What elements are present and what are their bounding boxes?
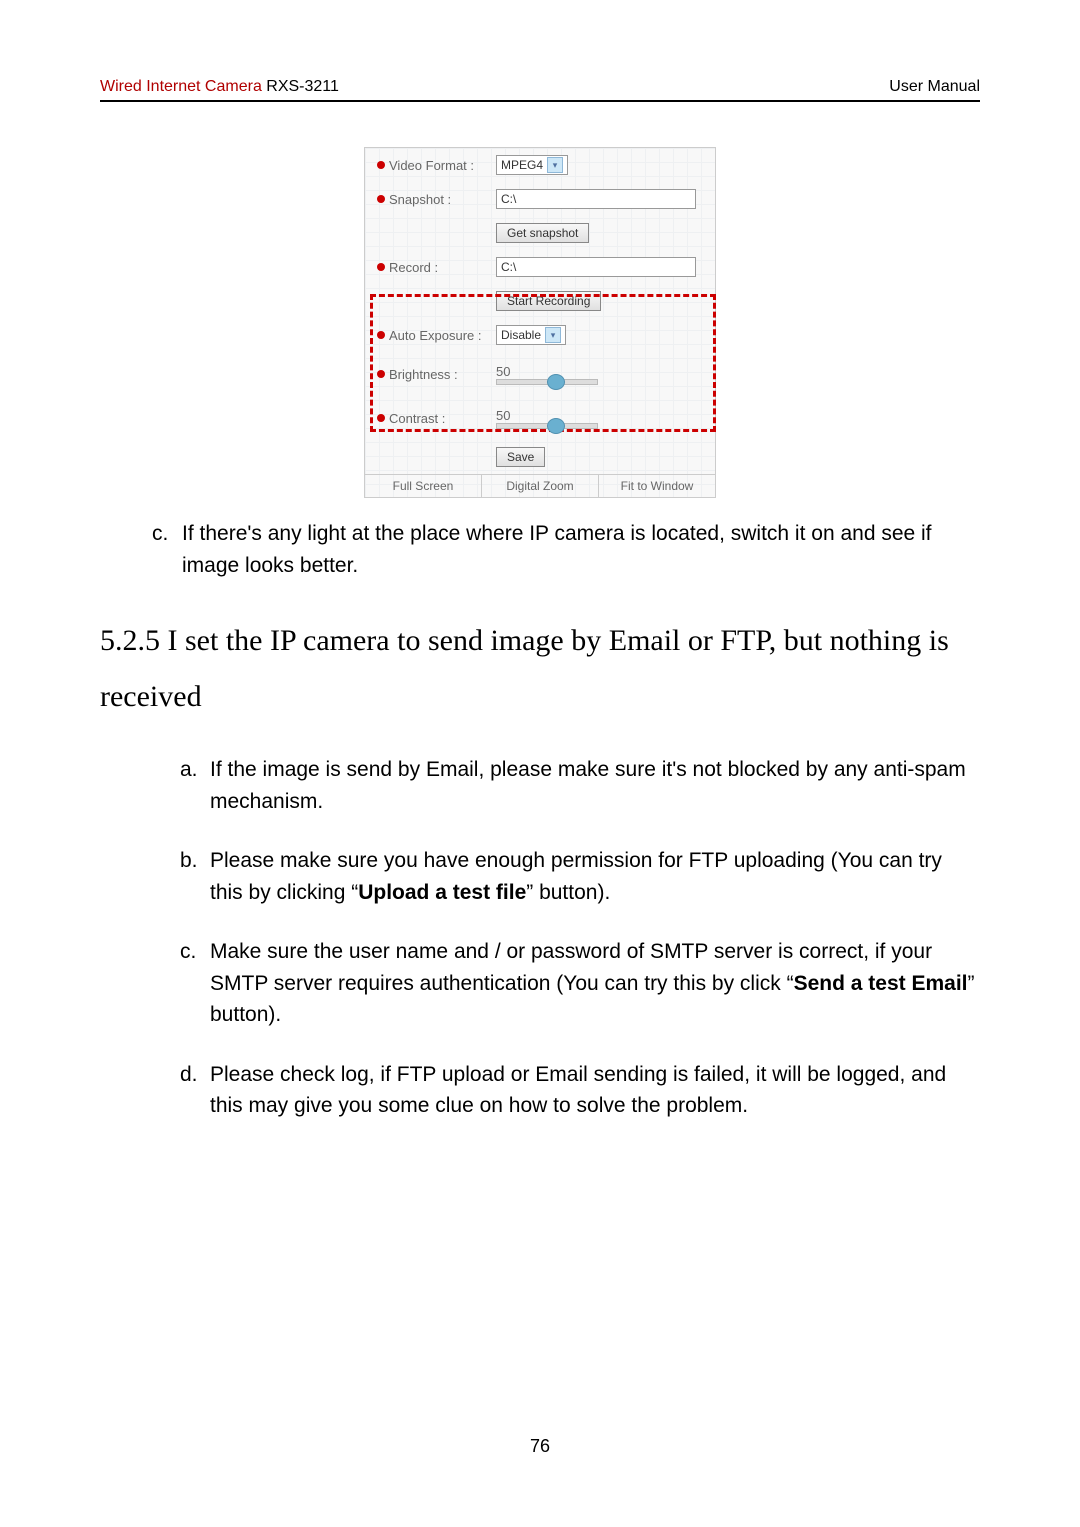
label-snapshot: Snapshot :: [389, 192, 451, 207]
camera-settings-panel: Video Format : MPEG4 ▾ Snapshot : C:\ Ge: [364, 147, 716, 498]
full-screen-button[interactable]: Full Screen: [365, 475, 482, 497]
bottom-button-bar: Full Screen Digital Zoom Fit to Window: [365, 474, 715, 497]
section-list: a. If the image is send by Email, please…: [100, 754, 980, 1122]
auto-exposure-value: Disable: [501, 328, 541, 342]
page-header: Wired Internet Camera RXS-3211 User Manu…: [100, 78, 980, 102]
bullet-icon: [377, 161, 385, 169]
bold-text: Send a test Email: [794, 972, 968, 995]
section-heading: 5.2.5 I set the IP camera to send image …: [100, 613, 980, 724]
digital-zoom-button[interactable]: Digital Zoom: [482, 475, 599, 497]
bold-text: Upload a test file: [358, 881, 526, 904]
list-content: Please check log, if FTP upload or Email…: [210, 1059, 980, 1122]
list-marker: c.: [180, 936, 210, 1031]
bullet-icon: [377, 331, 385, 339]
auto-exposure-select[interactable]: Disable ▾: [496, 325, 566, 345]
header-right: User Manual: [889, 78, 980, 96]
list-item: d. Please check log, if FTP upload or Em…: [180, 1059, 980, 1122]
row-contrast: Contrast : 50: [365, 396, 715, 440]
record-path-input[interactable]: C:\: [496, 257, 696, 277]
start-recording-button[interactable]: Start Recording: [496, 291, 601, 311]
list-content: If the image is send by Email, please ma…: [210, 754, 980, 817]
model-number: RXS-3211: [266, 78, 339, 95]
list-item: b. Please make sure you have enough perm…: [180, 845, 980, 908]
slider-thumb[interactable]: [547, 418, 565, 434]
row-brightness: Brightness : 50: [365, 352, 715, 396]
list-item: a. If the image is send by Email, please…: [180, 754, 980, 817]
label-auto-exposure: Auto Exposure :: [389, 328, 482, 343]
list-marker: d.: [180, 1059, 210, 1122]
brightness-value: 50: [496, 364, 598, 379]
list-marker: a.: [180, 754, 210, 817]
label-brightness: Brightness :: [389, 367, 458, 382]
slider-thumb[interactable]: [547, 374, 565, 390]
label-record: Record :: [389, 260, 438, 275]
row-record-btn: Start Recording: [365, 284, 715, 318]
row-record: Record : C:\: [365, 250, 715, 284]
bullet-icon: [377, 263, 385, 271]
fit-to-window-button[interactable]: Fit to Window: [599, 475, 715, 497]
product-line: Wired Internet Camera: [100, 78, 266, 95]
list-item: c. If there's any light at the place whe…: [152, 518, 980, 581]
intro-list: c. If there's any light at the place whe…: [100, 518, 980, 581]
brightness-slider[interactable]: [496, 379, 598, 385]
list-marker: c.: [152, 518, 182, 581]
list-item: c. Make sure the user name and / or pass…: [180, 936, 980, 1031]
save-button[interactable]: Save: [496, 447, 545, 467]
page-number: 76: [0, 1436, 1080, 1457]
bullet-icon: [377, 414, 385, 422]
chevron-down-icon: ▾: [545, 327, 561, 343]
text-post: ” button).: [526, 881, 610, 904]
list-marker: b.: [180, 845, 210, 908]
row-snapshot-btn: Get snapshot: [365, 216, 715, 250]
chevron-down-icon: ▾: [547, 157, 563, 173]
page: Wired Internet Camera RXS-3211 User Manu…: [0, 0, 1080, 1527]
bullet-icon: [377, 370, 385, 378]
bullet-icon: [377, 195, 385, 203]
video-format-value: MPEG4: [501, 158, 543, 172]
snapshot-path-input[interactable]: C:\: [496, 189, 696, 209]
header-left: Wired Internet Camera RXS-3211: [100, 78, 339, 96]
list-content: If there's any light at the place where …: [182, 518, 980, 581]
contrast-slider[interactable]: [496, 423, 598, 429]
row-auto-exposure: Auto Exposure : Disable ▾: [365, 318, 715, 352]
row-video-format: Video Format : MPEG4 ▾: [365, 148, 715, 182]
label-video-format: Video Format :: [389, 158, 474, 173]
list-content: Please make sure you have enough permiss…: [210, 845, 980, 908]
list-content: Make sure the user name and / or passwor…: [210, 936, 980, 1031]
label-contrast: Contrast :: [389, 411, 445, 426]
get-snapshot-button[interactable]: Get snapshot: [496, 223, 589, 243]
contrast-value: 50: [496, 408, 598, 423]
video-format-select[interactable]: MPEG4 ▾: [496, 155, 568, 175]
row-save: Save: [365, 440, 715, 474]
row-snapshot: Snapshot : C:\: [365, 182, 715, 216]
